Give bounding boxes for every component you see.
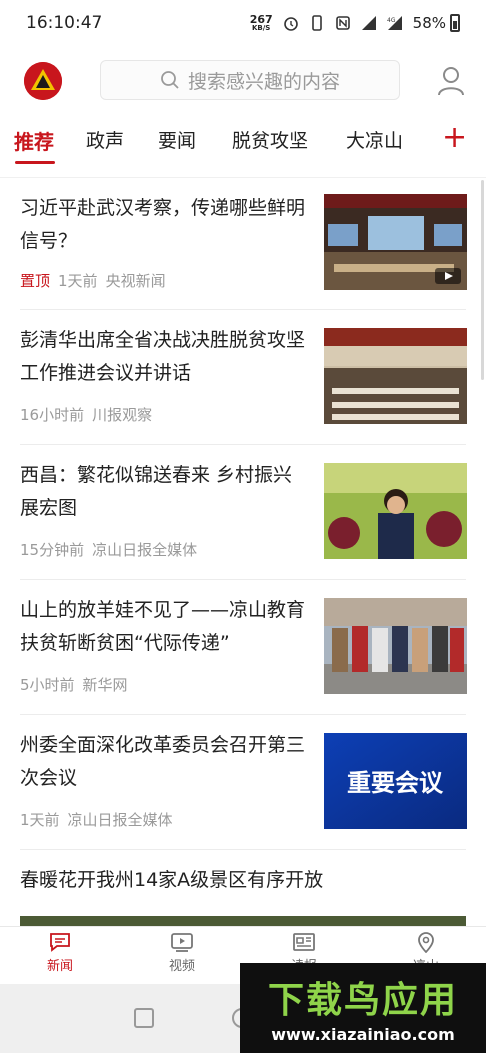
news-meta: 5小时前 新华网	[20, 674, 128, 695]
feed-scrollbar[interactable]	[481, 180, 484, 380]
location-pin-icon	[418, 932, 434, 953]
video-icon	[171, 933, 193, 952]
alarm-icon	[283, 17, 298, 31]
watermark-title: 下载鸟应用	[267, 980, 458, 1021]
tabs-divider	[0, 177, 486, 178]
news-source: 凉山日报全媒体	[92, 541, 198, 559]
news-title[interactable]: 山上的放羊娃不见了——凉山教育扶贫斩断贫困“代际传递”	[20, 594, 310, 660]
search-input[interactable]: 搜索感兴趣的内容	[100, 60, 400, 100]
news-thumbnail-partial[interactable]	[20, 916, 466, 926]
news-chat-icon	[50, 933, 70, 952]
tab-yaowen[interactable]: 要闻	[158, 126, 196, 153]
news-thumbnail[interactable]	[324, 463, 467, 559]
news-meta: 置顶 1天前 央视新闻	[20, 270, 166, 291]
news-thumbnail[interactable]: 重要会议	[324, 733, 467, 829]
news-title[interactable]: 西昌：繁花似锦送春来 乡村振兴展宏图	[20, 459, 310, 525]
signal-icon	[361, 16, 376, 30]
news-source: 川报观察	[92, 406, 153, 424]
watermark-url: www.xiazainiao.com	[271, 1025, 455, 1044]
news-source: 新华网	[82, 676, 128, 694]
user-profile-icon[interactable]	[437, 66, 465, 96]
recent-apps-button[interactable]	[134, 1008, 154, 1028]
newspaper-icon	[293, 933, 315, 951]
item-divider	[20, 579, 466, 580]
news-title[interactable]: 彭清华出席全省决战决胜脱贫攻坚工作推进会议并讲话	[20, 324, 310, 390]
active-tab-indicator	[15, 161, 55, 164]
logo-emblem-icon	[24, 62, 62, 100]
news-title[interactable]: 州委全面深化改革委员会召开第三次会议	[20, 729, 310, 795]
status-icons: 267 KB/S 4G 58%	[250, 14, 460, 32]
news-meta: 1天前 凉山日报全媒体	[20, 809, 173, 830]
signal-4g-icon: 4G	[387, 16, 402, 30]
news-time: 5小时前	[20, 676, 75, 694]
students-group-image	[324, 598, 467, 694]
news-title[interactable]: 春暖花开我州14家A级景区有序开放	[20, 864, 460, 897]
news-thumbnail[interactable]	[324, 598, 467, 694]
pinned-badge: 置顶	[20, 272, 51, 290]
party-emblem-logo[interactable]	[24, 62, 62, 100]
app-header: 搜索感兴趣的内容	[0, 52, 486, 110]
svg-text:4G: 4G	[387, 17, 396, 24]
channel-tabs: 推荐 政声 要闻 脱贫攻坚 大凉山 +	[0, 118, 486, 170]
phone-vibrate-icon	[311, 15, 322, 31]
nav-video-label: 视频	[168, 959, 195, 974]
battery: 58%	[413, 14, 460, 32]
news-meta: 16小时前 川报观察	[20, 404, 152, 425]
net-speed: 267 KB/S	[250, 14, 273, 32]
news-title[interactable]: 习近平赴武汉考察，传递哪些鲜明信号？	[20, 192, 310, 258]
video-play-icon	[435, 268, 461, 284]
news-source: 央视新闻	[105, 272, 166, 290]
search-icon	[160, 70, 180, 90]
news-time: 1天前	[20, 811, 60, 829]
item-divider	[20, 444, 466, 445]
status-bar: 16:10:47 267 KB/S 4G 58%	[0, 0, 486, 46]
news-time: 15分钟前	[20, 541, 85, 559]
nav-video[interactable]: 视频	[142, 931, 222, 974]
item-divider	[20, 714, 466, 715]
item-divider	[20, 849, 466, 850]
net-speed-unit: KB/S	[251, 24, 271, 32]
important-meeting-banner-image: 重要会议	[324, 733, 467, 829]
woman-with-grapes-image	[324, 463, 467, 559]
news-thumbnail[interactable]	[324, 328, 467, 424]
nfc-icon	[335, 16, 350, 30]
news-time: 16小时前	[20, 406, 85, 424]
site-watermark: 下载鸟应用 www.xiazainiao.com	[240, 963, 486, 1053]
add-channel-button[interactable]: +	[442, 123, 467, 154]
tab-poverty-alleviation[interactable]: 脱贫攻坚	[232, 126, 308, 153]
tab-recommend[interactable]: 推荐	[14, 126, 54, 155]
status-time: 16:10:47	[26, 13, 103, 33]
item-divider	[20, 309, 466, 310]
banner-text: 重要会议	[347, 769, 444, 797]
nav-news-label: 新闻	[46, 959, 73, 974]
news-source: 凉山日报全媒体	[67, 811, 173, 829]
news-thumbnail[interactable]	[324, 194, 467, 290]
conference-hall-image	[324, 328, 467, 424]
nav-news[interactable]: 新闻	[20, 931, 100, 974]
news-time: 1天前	[58, 272, 98, 290]
battery-icon	[450, 14, 460, 32]
battery-percent: 58%	[412, 14, 446, 32]
search-placeholder: 搜索感兴趣的内容	[187, 70, 340, 93]
tab-daliangshan[interactable]: 大凉山	[346, 126, 403, 153]
tab-zhengsheng[interactable]: 政声	[86, 126, 124, 153]
news-meta: 15分钟前 凉山日报全媒体	[20, 539, 197, 560]
